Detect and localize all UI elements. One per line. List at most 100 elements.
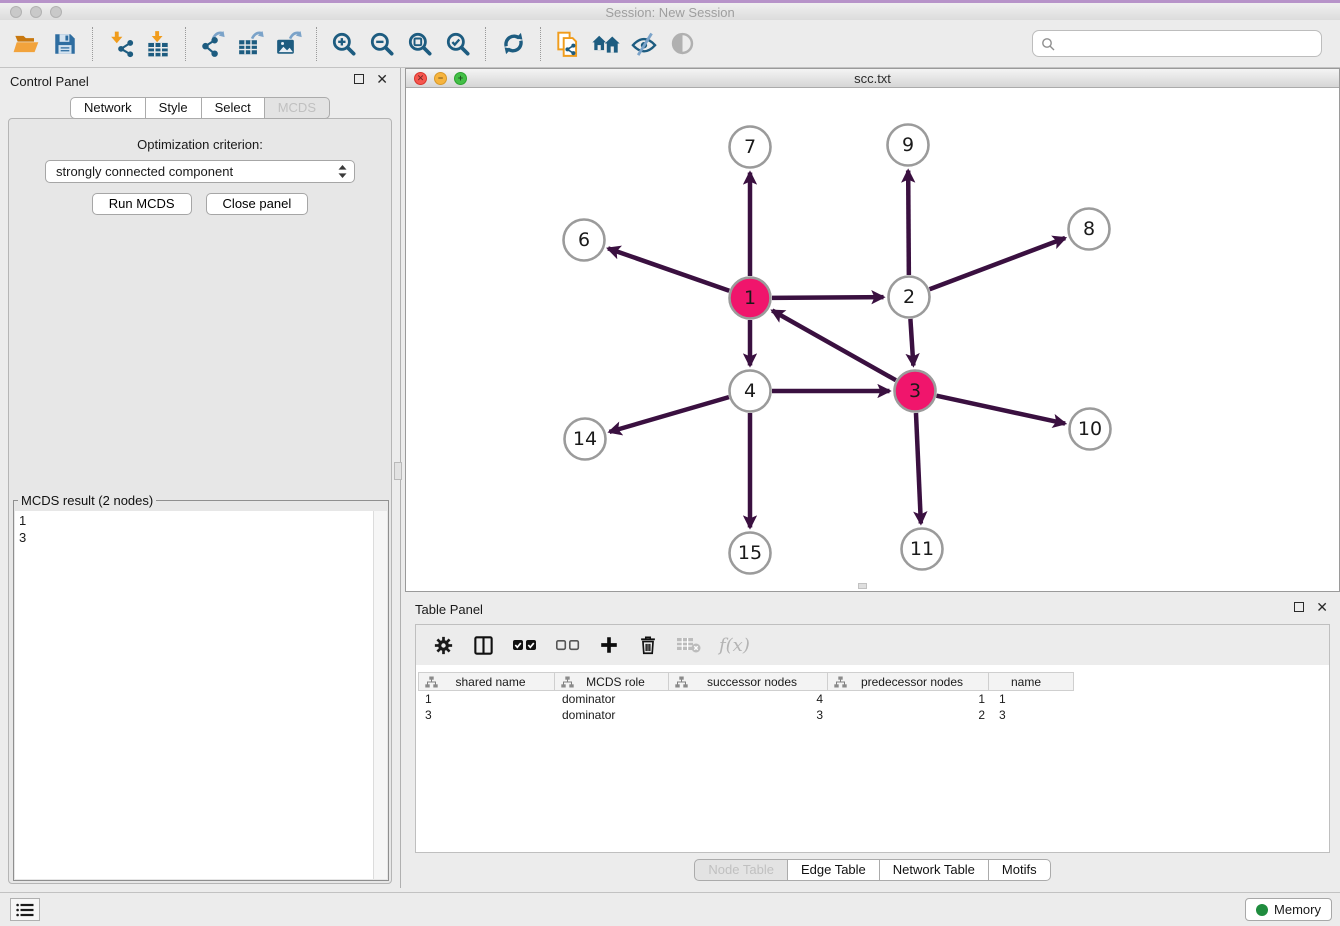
export-image-icon (275, 30, 303, 58)
table-cell[interactable]: 3 (670, 708, 830, 722)
delete-column-button[interactable] (637, 634, 659, 656)
result-scrollbar[interactable] (373, 511, 387, 879)
search-input[interactable] (1061, 36, 1313, 51)
column-header-name[interactable]: name (988, 672, 1074, 691)
export-table-icon (237, 30, 265, 58)
canvas-grip[interactable] (858, 583, 867, 589)
column-header-MCDS-role[interactable]: MCDS role (554, 672, 669, 691)
import-table-icon (144, 30, 172, 58)
criterion-select[interactable]: strongly connected component (45, 160, 355, 183)
export-table-button[interactable] (232, 25, 270, 63)
network-canvas[interactable]: 7968124314101511 (406, 88, 1339, 591)
memory-button[interactable]: Memory (1245, 898, 1332, 921)
node-label-7: 7 (744, 136, 756, 158)
node-label-11: 11 (910, 538, 934, 560)
edge-3-10[interactable] (936, 396, 1065, 424)
edge-2-3[interactable] (910, 319, 913, 366)
import-table-button[interactable] (139, 25, 177, 63)
table-content: f(x) shared nameMCDS rolesuccessor nodes… (415, 624, 1330, 853)
table-toolbar: f(x) (416, 625, 1329, 665)
table-row[interactable]: 3dominator323 (418, 707, 1329, 723)
table-settings-button[interactable] (432, 634, 455, 657)
table-cell[interactable]: 1 (418, 692, 555, 706)
zoom-in-button[interactable] (325, 25, 363, 63)
panel-divider-handle[interactable] (394, 462, 402, 480)
edge-1-6[interactable] (608, 248, 729, 290)
clone-network-button[interactable] (549, 25, 587, 63)
table-cell[interactable]: 2 (830, 708, 992, 722)
apply-layout-button[interactable] (494, 25, 532, 63)
clone-network-icon (554, 30, 582, 58)
column-header-shared-name[interactable]: shared name (418, 672, 555, 691)
export-image-button[interactable] (270, 25, 308, 63)
tab-motifs[interactable]: Motifs (988, 859, 1051, 881)
select-all-button[interactable] (512, 637, 538, 653)
zoom-fit-button[interactable] (401, 25, 439, 63)
edge-1-2[interactable] (772, 297, 884, 298)
edge-3-11[interactable] (916, 413, 921, 524)
tab-edge-table[interactable]: Edge Table (787, 859, 880, 881)
column-header-successor-nodes[interactable]: successor nodes (668, 672, 828, 691)
add-column-button[interactable] (598, 634, 620, 656)
edge-2-8[interactable] (930, 238, 1066, 289)
run-mcds-button[interactable]: Run MCDS (92, 193, 192, 215)
table-header-row: shared nameMCDS rolesuccessor nodesprede… (418, 672, 1329, 691)
zoom-fit-icon (406, 30, 434, 58)
save-floppy-icon (52, 31, 78, 57)
mcds-result-box: MCDS result (2 nodes) 13 (13, 493, 389, 881)
tab-select[interactable]: Select (201, 97, 265, 119)
table-cell[interactable]: 1 (830, 692, 992, 706)
close-panel-icon[interactable]: ✕ (376, 74, 388, 84)
node-label-8: 8 (1083, 218, 1095, 240)
main-toolbar (0, 20, 1340, 68)
optimization-criterion-label: Optimization criterion: (9, 137, 391, 152)
table-cell[interactable]: 1 (992, 692, 1078, 706)
tab-node-table[interactable]: Node Table (694, 859, 788, 881)
zoom-out-button[interactable] (363, 25, 401, 63)
deselect-all-button[interactable] (555, 637, 581, 653)
show-all-button[interactable] (663, 25, 701, 63)
toggle-column-display-button[interactable] (472, 634, 495, 657)
network-svg: 7968124314101511 (406, 88, 1339, 591)
unchecked-boxes-icon (555, 637, 581, 653)
edge-4-14[interactable] (609, 397, 728, 432)
result-lines: 13 (15, 511, 387, 547)
table-cell[interactable]: 3 (418, 708, 555, 722)
tab-style[interactable]: Style (145, 97, 202, 119)
table-cell[interactable]: dominator (555, 708, 670, 722)
tab-mcds[interactable]: MCDS (264, 97, 330, 119)
edge-3-1[interactable] (772, 311, 896, 381)
table-panel-title: Table Panel (415, 602, 483, 617)
import-network-button[interactable] (101, 25, 139, 63)
first-neighbors-button[interactable] (587, 25, 625, 63)
table-cell[interactable]: 4 (670, 692, 830, 706)
column-header-predecessor-nodes[interactable]: predecessor nodes (827, 672, 989, 691)
float-table-panel-icon[interactable] (1294, 602, 1304, 612)
function-builder-button[interactable]: f(x) (719, 635, 750, 656)
table-cell[interactable]: 3 (992, 708, 1078, 722)
eye-disabled-icon (669, 30, 696, 57)
save-session-button[interactable] (46, 25, 84, 63)
close-panel-button[interactable]: Close panel (206, 193, 309, 215)
hide-selected-button[interactable] (625, 25, 663, 63)
tab-network-table[interactable]: Network Table (879, 859, 989, 881)
task-history-button[interactable] (10, 898, 40, 921)
open-session-button[interactable] (8, 25, 46, 63)
delete-table-icon (676, 635, 702, 655)
mcds-result-area[interactable]: 13 (15, 511, 387, 879)
column-type-icon (561, 676, 574, 688)
float-panel-icon[interactable] (354, 74, 364, 84)
table-tabs: Node TableEdge TableNetwork TableMotifs (694, 859, 1050, 881)
table-body: 1dominator4113dominator323 (418, 691, 1329, 723)
node-label-4: 4 (744, 380, 756, 402)
search-field[interactable] (1032, 30, 1322, 57)
export-network-button[interactable] (194, 25, 232, 63)
close-table-panel-icon[interactable]: ✕ (1316, 602, 1328, 612)
zoom-selected-button[interactable] (439, 25, 477, 63)
delete-table-button[interactable] (676, 635, 702, 655)
tab-network[interactable]: Network (70, 97, 146, 119)
control-panel-header: Control Panel ✕ (0, 68, 400, 94)
table-cell[interactable]: dominator (555, 692, 670, 706)
table-row[interactable]: 1dominator411 (418, 691, 1329, 707)
edge-2-9[interactable] (908, 170, 909, 275)
